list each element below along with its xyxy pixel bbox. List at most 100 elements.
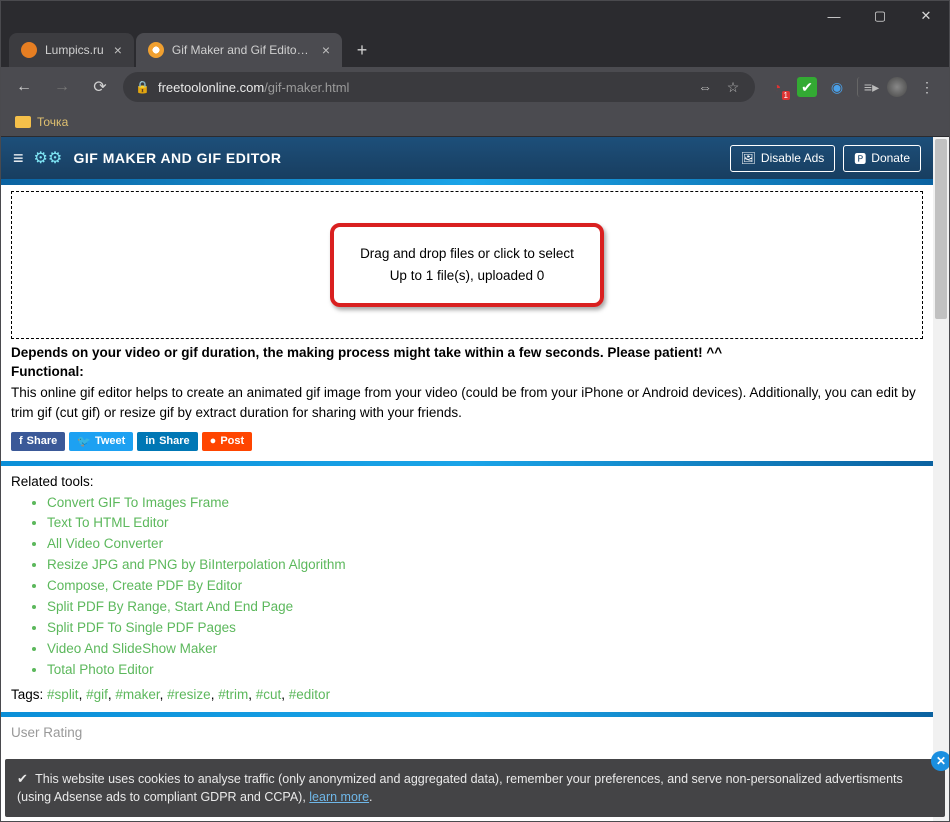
tab-close-icon[interactable]: × bbox=[322, 42, 330, 58]
site-title: GIF MAKER AND GIF EDITOR bbox=[74, 150, 282, 166]
related-link[interactable]: Convert GIF To Images Frame bbox=[47, 495, 229, 510]
gear-icon: ⚙⚙ bbox=[34, 146, 64, 170]
twitter-share-button[interactable]: 🐦Tweet bbox=[69, 432, 133, 451]
profile-avatar[interactable] bbox=[887, 77, 907, 97]
notice-text: Depends on your video or gif duration, t… bbox=[11, 345, 923, 360]
divider bbox=[1, 461, 933, 466]
image-icon: 🖼 bbox=[741, 151, 756, 165]
titlebar: — ▢ ✕ bbox=[1, 1, 949, 31]
related-link[interactable]: Split PDF To Single PDF Pages bbox=[47, 620, 236, 635]
maximize-button[interactable]: ▢ bbox=[857, 1, 903, 31]
folder-icon bbox=[15, 116, 31, 128]
reload-button[interactable]: ⟳ bbox=[85, 72, 115, 102]
linkedin-share-button[interactable]: inShare bbox=[137, 432, 197, 451]
related-tools-list: Convert GIF To Images Frame Text To HTML… bbox=[11, 493, 923, 681]
cookie-banner: ✕ ✔ This website uses cookies to analyse… bbox=[5, 759, 945, 818]
related-link[interactable]: Text To HTML Editor bbox=[47, 515, 169, 530]
forward-button[interactable]: → bbox=[47, 72, 77, 102]
list-item: Video And SlideShow Maker bbox=[47, 639, 923, 660]
tag-link[interactable]: #trim bbox=[218, 687, 248, 702]
linkedin-icon: in bbox=[145, 435, 155, 447]
facebook-share-button[interactable]: fShare bbox=[11, 432, 65, 451]
lock-icon: 🔒 bbox=[135, 80, 150, 94]
cookie-learn-more-link[interactable]: learn more bbox=[309, 790, 369, 804]
related-tools-heading: Related tools: bbox=[11, 474, 923, 489]
dropzone-highlight: Drag and drop files or click to select U… bbox=[330, 223, 604, 306]
file-dropzone[interactable]: Drag and drop files or click to select U… bbox=[11, 191, 923, 339]
media-control-icon[interactable]: ≡▸ bbox=[857, 77, 877, 97]
share-row: fShare 🐦Tweet inShare ●Post bbox=[11, 432, 923, 451]
disable-ads-button[interactable]: 🖼 Disable Ads bbox=[730, 145, 836, 172]
tab-title: Lumpics.ru bbox=[45, 43, 104, 57]
page-main: Drag and drop files or click to select U… bbox=[1, 185, 933, 740]
tag-link[interactable]: #editor bbox=[289, 687, 330, 702]
list-item: Compose, Create PDF By Editor bbox=[47, 576, 923, 597]
bookmark-item[interactable]: Точка bbox=[37, 115, 68, 129]
related-link[interactable]: All Video Converter bbox=[47, 536, 163, 551]
tag-link[interactable]: #gif bbox=[86, 687, 108, 702]
extensions: ◔1 ✔ ◉ ≡▸ ⋮ bbox=[763, 77, 941, 97]
tags-line: Tags: #split, #gif, #maker, #resize, #tr… bbox=[11, 687, 923, 702]
reddit-icon: ● bbox=[210, 435, 217, 447]
scrollbar-thumb[interactable] bbox=[935, 139, 947, 319]
tag-link[interactable]: #cut bbox=[256, 687, 282, 702]
cookie-text: This website uses cookies to analyse tra… bbox=[17, 772, 903, 805]
toolbar: ← → ⟳ 🔒 freetoolonline.com /gif-maker.ht… bbox=[1, 67, 949, 107]
browser-window: — ▢ ✕ Lumpics.ru × Gif Maker and Gif Edi… bbox=[0, 0, 950, 822]
new-tab-button[interactable]: + bbox=[348, 36, 376, 64]
check-icon: ✔ bbox=[17, 769, 28, 789]
related-link[interactable]: Resize JPG and PNG by BiInterpolation Al… bbox=[47, 557, 346, 572]
list-item: All Video Converter bbox=[47, 534, 923, 555]
functional-label: Functional: bbox=[11, 364, 923, 379]
user-rating-heading: User Rating bbox=[11, 725, 923, 740]
list-item: Text To HTML Editor bbox=[47, 513, 923, 534]
twitter-icon: 🐦 bbox=[77, 435, 91, 448]
scrollbar[interactable] bbox=[933, 137, 949, 821]
facebook-icon: f bbox=[19, 435, 23, 447]
address-bar[interactable]: 🔒 freetoolonline.com /gif-maker.html ⇔ ☆ bbox=[123, 72, 755, 102]
related-link[interactable]: Split PDF By Range, Start And End Page bbox=[47, 599, 293, 614]
url-domain: freetoolonline.com bbox=[158, 80, 264, 95]
description-text: This online gif editor helps to create a… bbox=[11, 383, 923, 424]
viewport: ≡ ⚙⚙ GIF MAKER AND GIF EDITOR 🖼 Disable … bbox=[1, 137, 949, 821]
bookmark-star-icon[interactable]: ☆ bbox=[723, 77, 743, 97]
tab-gifmaker[interactable]: Gif Maker and Gif Editor - Free To × bbox=[136, 33, 342, 67]
tab-strip: Lumpics.ru × Gif Maker and Gif Editor - … bbox=[1, 31, 949, 67]
related-link[interactable]: Video And SlideShow Maker bbox=[47, 641, 217, 656]
tag-link[interactable]: #split bbox=[47, 687, 79, 702]
menu-icon[interactable]: ≡ bbox=[13, 148, 24, 169]
site-navbar: ≡ ⚙⚙ GIF MAKER AND GIF EDITOR 🖼 Disable … bbox=[1, 137, 933, 179]
cookie-close-button[interactable]: ✕ bbox=[931, 751, 949, 771]
browser-menu-icon[interactable]: ⋮ bbox=[917, 77, 937, 97]
translate-icon[interactable]: ⇔ bbox=[695, 77, 715, 97]
tag-link[interactable]: #resize bbox=[167, 687, 211, 702]
minimize-button[interactable]: — bbox=[811, 1, 857, 31]
bookmarks-bar: Точка bbox=[1, 107, 949, 137]
extension-icon[interactable]: ◉ bbox=[827, 77, 847, 97]
list-item: Split PDF By Range, Start And End Page bbox=[47, 597, 923, 618]
tab-title: Gif Maker and Gif Editor - Free To bbox=[172, 43, 312, 57]
tag-link[interactable]: #maker bbox=[115, 687, 159, 702]
paypal-icon: 🅿 bbox=[854, 150, 866, 167]
related-link[interactable]: Compose, Create PDF By Editor bbox=[47, 578, 242, 593]
reddit-share-button[interactable]: ●Post bbox=[202, 432, 253, 451]
list-item: Total Photo Editor bbox=[47, 660, 923, 681]
list-item: Resize JPG and PNG by BiInterpolation Al… bbox=[47, 555, 923, 576]
window-controls: — ▢ ✕ bbox=[811, 1, 949, 31]
tags-label: Tags: bbox=[11, 687, 43, 702]
related-link[interactable]: Total Photo Editor bbox=[47, 662, 154, 677]
list-item: Split PDF To Single PDF Pages bbox=[47, 618, 923, 639]
donate-button[interactable]: 🅿 Donate bbox=[843, 145, 921, 172]
favicon-icon bbox=[21, 42, 37, 58]
url-path: /gif-maker.html bbox=[264, 80, 349, 95]
divider bbox=[1, 712, 933, 717]
back-button[interactable]: ← bbox=[9, 72, 39, 102]
tab-lumpics[interactable]: Lumpics.ru × bbox=[9, 33, 134, 67]
list-item: Convert GIF To Images Frame bbox=[47, 493, 923, 514]
close-window-button[interactable]: ✕ bbox=[903, 1, 949, 31]
favicon-icon bbox=[148, 42, 164, 58]
extension-icon[interactable]: ✔ bbox=[797, 77, 817, 97]
extension-icon[interactable]: ◔1 bbox=[767, 77, 787, 97]
tab-close-icon[interactable]: × bbox=[114, 42, 122, 58]
dropzone-text: Drag and drop files or click to select bbox=[360, 243, 574, 265]
